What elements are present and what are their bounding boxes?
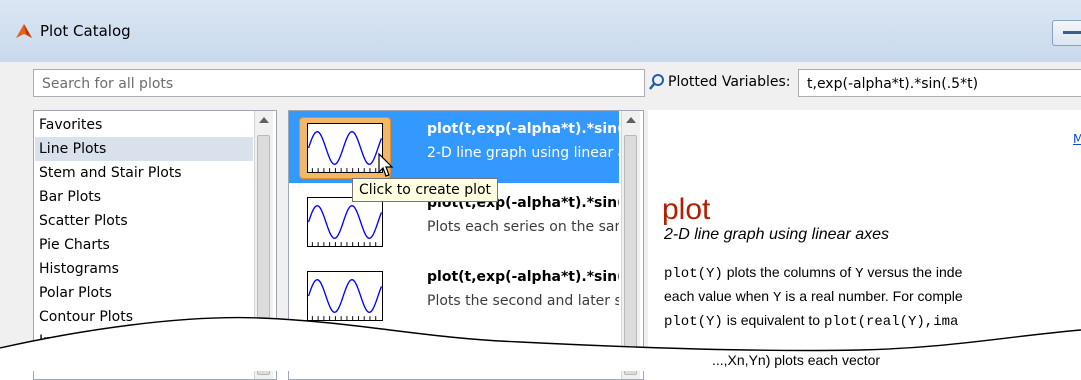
scrollbar-thumb[interactable] <box>257 135 270 375</box>
doc-line-3: plot(Y) is equivalent to plot(real(Y),im… <box>664 312 959 330</box>
plot-thumbnail-icon[interactable] <box>307 271 383 321</box>
plot-list-item[interactable]: plot(t,exp(-alpha*t).*sin(.5*t)) Plots th… <box>289 259 619 331</box>
doc-line-2: each value when Y is a real number. For … <box>664 288 963 306</box>
plot-thumbnail-icon[interactable] <box>307 123 383 173</box>
category-item[interactable]: Line Plots <box>35 137 253 161</box>
plot-thumbnail-icon[interactable] <box>307 197 383 247</box>
plotted-variables-label: Plotted Variables: <box>668 74 791 90</box>
category-item[interactable]: Favorites <box>35 113 253 137</box>
plotted-variables-field[interactable] <box>798 69 1081 97</box>
plot-list-item[interactable]: plot(t,exp(-alpha*t).*sin(.5*t)) 2-D line… <box>289 111 619 183</box>
window-title: Plot Catalog <box>40 22 131 40</box>
category-item[interactable]: Histograms <box>35 257 253 281</box>
minimize-icon <box>1063 31 1081 34</box>
doc-line-1: plot(Y) plots the columns of Y versus th… <box>664 264 963 282</box>
category-item[interactable]: Pie Charts <box>35 233 253 257</box>
plot-item-description: Plots each series on the same axes <box>427 219 619 235</box>
search-box[interactable] <box>33 69 645 97</box>
plot-item-title: plot(t,exp(-alpha*t).*sin(.5*t)) <box>427 121 619 137</box>
plotted-variables-input[interactable] <box>805 73 1081 95</box>
title-bar: Plot Catalog <box>0 0 1081 63</box>
minimize-button[interactable] <box>1052 20 1081 46</box>
plot-item-description: Plots the second and later series <box>427 293 619 309</box>
create-plot-tooltip: Click to create plot <box>352 178 499 202</box>
scroll-up-icon[interactable] <box>259 117 269 123</box>
scroll-up-icon[interactable] <box>626 117 636 123</box>
plot-list: plot(t,exp(-alpha*t).*sin(.5*t)) 2-D line… <box>288 110 644 380</box>
category-list: Favorites Line Plots Stem and Stair Plots B… <box>33 110 277 380</box>
category-item[interactable]: Stem and Stair Plots <box>35 161 253 185</box>
plot-catalog-window: Plot Catalog Plotted Variables: Favorite… <box>0 0 1081 380</box>
search-input[interactable] <box>40 73 614 95</box>
plot-list-scrollbar[interactable] <box>621 111 640 379</box>
matlab-logo-icon <box>16 24 32 38</box>
category-item[interactable]: Bar Plots <box>35 185 253 209</box>
scrollbar-thumb[interactable] <box>624 135 637 375</box>
doc-line-4: ...,Xn,Yn) plots each vector <box>712 352 881 368</box>
doc-title: plot <box>662 193 711 226</box>
doc-more-link[interactable]: M <box>1073 132 1081 146</box>
category-item[interactable]: Contour Plots <box>35 305 253 329</box>
category-item[interactable]: Image Plots <box>35 329 253 353</box>
category-item[interactable]: Polar Plots <box>35 281 253 305</box>
plot-item-title: plot(t,exp(-alpha*t).*sin(.5*t)) <box>427 269 619 285</box>
category-scrollbar[interactable] <box>254 111 273 379</box>
plot-item-description: 2-D line graph using linear axes <box>427 145 619 161</box>
search-icon[interactable] <box>648 73 666 91</box>
mouse-cursor-icon <box>378 152 394 177</box>
doc-subtitle: 2-D line graph using linear axes <box>664 226 890 243</box>
category-item[interactable]: Scatter Plots <box>35 209 253 233</box>
